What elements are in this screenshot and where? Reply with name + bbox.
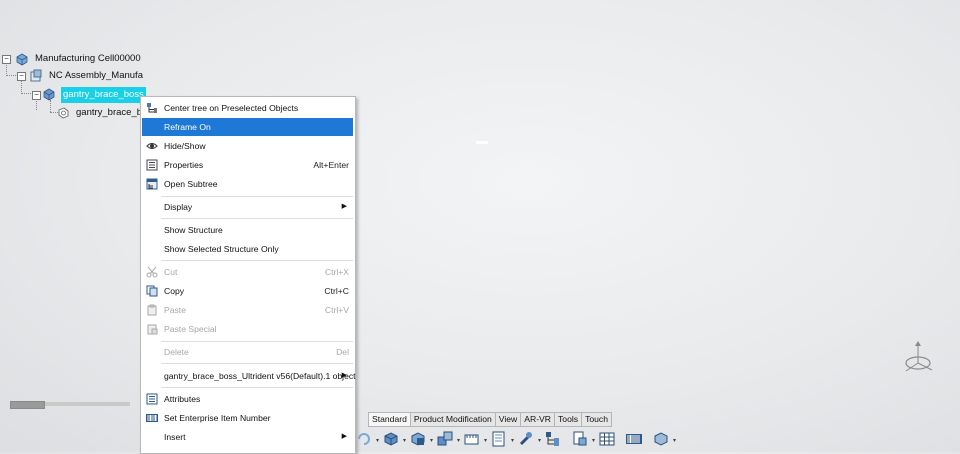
tree-node-label: gantry_brace_bo (76, 107, 148, 118)
action-bar: ▾ ▾ ▾ ▾ ▾ ▾ ▾ ▾ ▾ (355, 428, 760, 452)
menu-item-reframe-on[interactable]: Reframe On (142, 118, 353, 136)
submenu-arrow-icon: ▶ (341, 203, 347, 210)
context-menu: Center tree on Preselected Objects Refra… (140, 96, 356, 454)
menu-item-label: Hide/Show (164, 141, 206, 151)
submenu-arrow-icon: ▶ (341, 433, 347, 440)
wrench-icon[interactable]: ▾ (517, 430, 541, 450)
menu-item-insert[interactable]: Insert ▶ (142, 428, 353, 446)
compass-icon[interactable] (900, 338, 942, 378)
assembly-tool-icon[interactable]: ▾ (436, 430, 460, 450)
collapse-icon[interactable]: − (17, 72, 26, 81)
product-icon (42, 87, 56, 101)
tree-node-label: Manufacturing Cell00000 (35, 53, 141, 64)
menu-item-shortcut: Alt+Enter (313, 160, 349, 170)
attributes-icon (146, 393, 158, 405)
eye-icon (146, 140, 158, 152)
menu-item-label: Cut (164, 267, 178, 277)
menu-item-set-enterprise-item-number[interactable]: Set Enterprise Item Number (142, 409, 353, 427)
copy-icon (146, 285, 158, 297)
menu-item-paste[interactable]: Paste Ctrl+V (142, 301, 353, 319)
tab-tools[interactable]: Tools (554, 412, 583, 427)
menu-item-delete[interactable]: Delete Del (142, 343, 353, 361)
menu-item-shortcut: Del (336, 347, 349, 357)
menu-item-label: Display (164, 202, 193, 212)
tree-node-label-selected: gantry_brace_boss (61, 87, 146, 103)
menu-item-copy[interactable]: Copy Ctrl+C (142, 282, 353, 300)
scissors-icon (146, 266, 158, 278)
menu-item-label: gantry_brace_boss_Ultrident v56(Default)… (164, 371, 356, 381)
menu-item-center-tree[interactable]: Center tree on Preselected Objects (142, 99, 353, 117)
box-tool-icon[interactable]: ▾ (652, 430, 676, 450)
barcode-icon (146, 412, 158, 424)
tab-view[interactable]: View (494, 412, 522, 427)
center-tree-icon (146, 102, 158, 114)
menu-item-open-subtree[interactable]: Open Subtree (142, 175, 353, 193)
tab-standard[interactable]: Standard (368, 412, 411, 427)
open-subtree-icon (146, 178, 158, 190)
menu-item-label: Set Enterprise Item Number (164, 413, 271, 423)
tree-branch-icon[interactable] (544, 430, 568, 450)
cube-view-icon[interactable]: ▾ (409, 430, 433, 450)
tree-scrollbar-thumb[interactable] (10, 401, 45, 409)
menu-item-label: Paste (164, 305, 186, 315)
menu-item-object[interactable]: gantry_brace_boss_Ultrident v56(Default)… (142, 367, 356, 385)
menu-item-shortcut: Ctrl+X (324, 267, 349, 277)
menu-item-cut[interactable]: Cut Ctrl+X (142, 263, 353, 281)
menu-item-paste-special[interactable]: Paste Special (142, 320, 353, 338)
measure-icon[interactable]: ▾ (463, 430, 487, 450)
list-icon[interactable]: ▾ (490, 430, 514, 450)
manufacturing-cell-icon (15, 52, 29, 66)
menu-item-label: Copy (164, 286, 185, 296)
menu-item-attributes[interactable]: Attributes (142, 390, 353, 408)
submenu-arrow-icon: ▶ (341, 372, 347, 379)
tab-touch[interactable]: Touch (581, 412, 612, 427)
menu-item-show-structure[interactable]: Show Structure (142, 221, 353, 239)
menu-item-show-selected-structure[interactable]: Show Selected Structure Only (142, 240, 353, 258)
tab-ar-vr[interactable]: AR-VR (520, 412, 555, 427)
workbench-tabs: Standard Product Modification View AR-VR… (368, 412, 612, 427)
menu-item-label: Open Subtree (164, 179, 218, 189)
paste-icon (146, 304, 158, 316)
collapse-icon[interactable]: − (32, 91, 41, 100)
menu-item-label: Show Selected Structure Only (164, 244, 279, 254)
structure-icon[interactable]: ▾ (571, 430, 595, 450)
barcode-tool-icon[interactable] (625, 430, 649, 450)
menu-item-hide-show[interactable]: Hide/Show (142, 137, 353, 155)
menu-item-label: Show Structure (164, 225, 223, 235)
menu-item-label: Properties (164, 160, 204, 170)
part-icon (56, 106, 70, 120)
menu-item-shortcut: Ctrl+V (324, 305, 349, 315)
menu-item-shortcut: Ctrl+C (324, 286, 349, 296)
menu-item-display[interactable]: Display ▶ (142, 198, 353, 216)
rotate-icon[interactable]: ▾ (355, 430, 379, 450)
menu-item-properties[interactable]: Properties Alt+Enter (142, 156, 353, 174)
menu-item-label: Reframe On (164, 122, 211, 132)
menu-item-label: Attributes (164, 394, 201, 404)
tree-node-label: NC Assembly_Manufa (49, 70, 143, 81)
viewport-glint (476, 141, 488, 144)
properties-icon (146, 159, 158, 171)
grid-icon[interactable] (598, 430, 622, 450)
cube-icon[interactable]: ▾ (382, 430, 406, 450)
collapse-icon[interactable]: − (2, 55, 11, 64)
tab-product-modification[interactable]: Product Modification (409, 412, 496, 427)
paste-special-icon (146, 323, 158, 335)
menu-item-label: Center tree on Preselected Objects (164, 103, 299, 113)
menu-item-label: Delete (164, 347, 189, 357)
menu-item-label: Insert (164, 432, 186, 442)
menu-item-label: Paste Special (164, 324, 217, 334)
assembly-icon (29, 69, 43, 83)
